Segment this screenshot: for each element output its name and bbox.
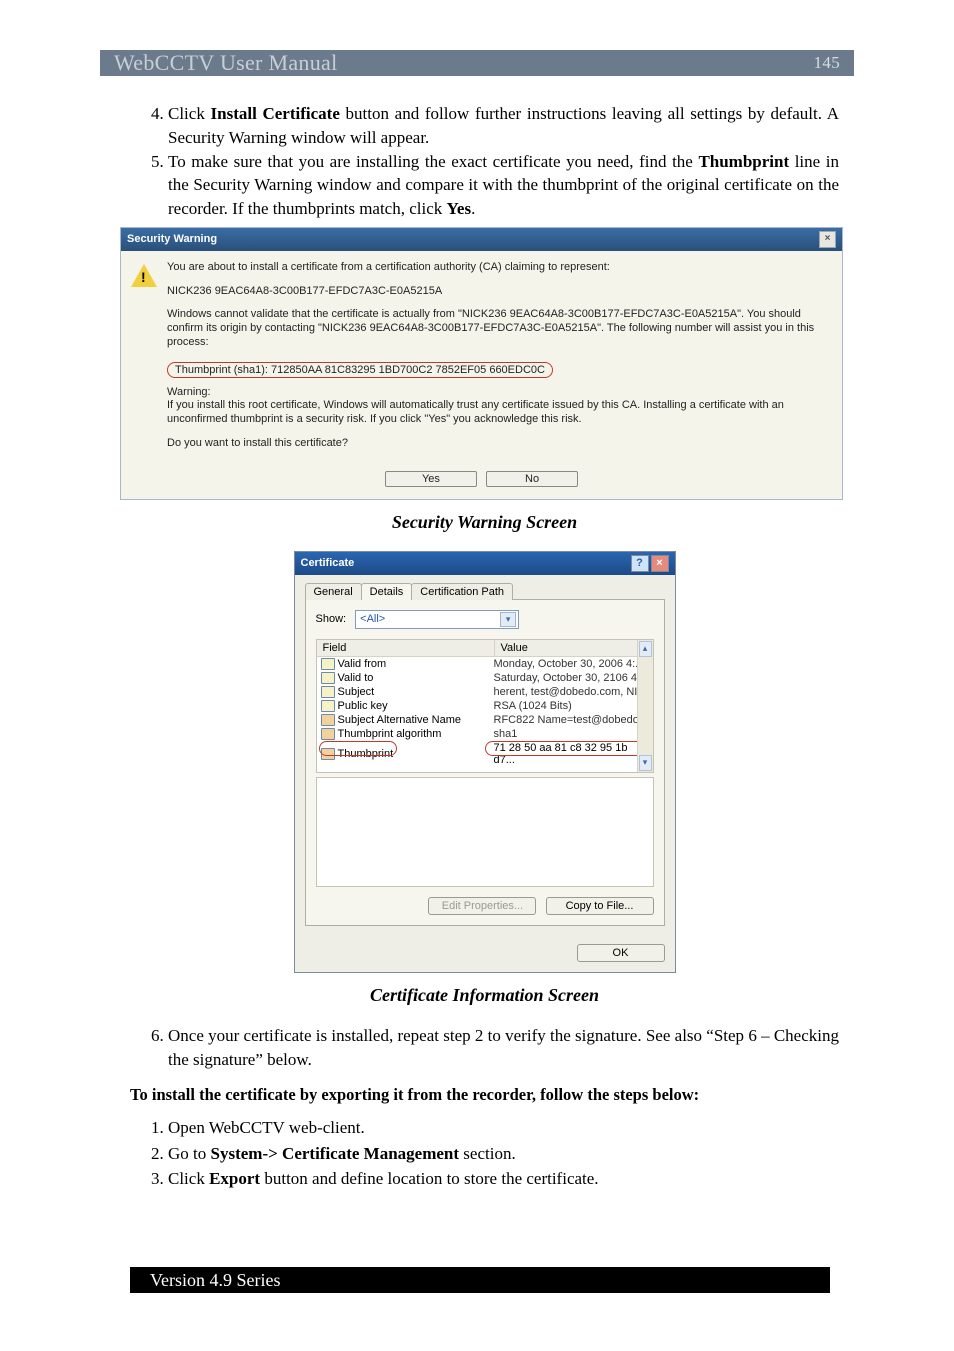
- step-6: Once your certificate is installed, repe…: [168, 1024, 839, 1072]
- table-row[interactable]: Thumbprint71 28 50 aa 81 c8 32 95 1b d7.…: [317, 741, 653, 767]
- copy-to-file-button[interactable]: Copy to File...: [546, 897, 654, 915]
- page-header: WebCCTV User Manual 145: [100, 50, 854, 76]
- secwarn-validate-msg: Windows cannot validate that the certifi…: [167, 308, 830, 349]
- column-value[interactable]: Value: [495, 640, 653, 656]
- help-icon[interactable]: ?: [631, 555, 649, 572]
- export-step-3: Click Export button and define location …: [168, 1166, 839, 1192]
- warning-icon: [131, 263, 157, 287]
- table-row[interactable]: Thumbprint algorithmsha1: [317, 727, 653, 741]
- tab-panel-details: Show: <All> ▾ Field Value Valid fromMond…: [305, 599, 665, 926]
- security-warning-title: Security Warning: [127, 233, 217, 245]
- caption-certificate-info: Certificate Information Screen: [130, 985, 839, 1006]
- yes-button[interactable]: Yes: [385, 471, 477, 487]
- grid-scrollbar[interactable]: ▴ ▾: [637, 640, 653, 772]
- tab-certification-path[interactable]: Certification Path: [411, 583, 513, 600]
- table-row[interactable]: Valid fromMonday, October 30, 2006 4:...: [317, 657, 653, 671]
- scroll-up-icon[interactable]: ▴: [639, 641, 652, 657]
- step-4-text: Click Install Certificate button and fol…: [168, 104, 839, 147]
- step-5: To make sure that you are installing the…: [168, 150, 839, 221]
- caption-security-warning: Security Warning Screen: [130, 512, 839, 533]
- tab-details[interactable]: Details: [361, 583, 413, 600]
- chevron-down-icon: ▾: [500, 612, 516, 627]
- table-row[interactable]: Valid toSaturday, October 30, 2106 4...: [317, 671, 653, 685]
- secwarn-line1: You are about to install a certificate f…: [167, 261, 830, 275]
- no-button[interactable]: No: [486, 471, 578, 487]
- show-value: <All>: [360, 613, 496, 625]
- field-icon: [321, 672, 335, 684]
- security-warning-dialog: Security Warning × You are about to inst…: [120, 227, 843, 500]
- column-field[interactable]: Field: [317, 640, 495, 656]
- close-icon[interactable]: ×: [819, 231, 836, 248]
- close-icon[interactable]: ×: [651, 555, 669, 572]
- table-row[interactable]: Subjectherent, test@dobedo.com, NI...: [317, 685, 653, 699]
- scroll-down-icon[interactable]: ▾: [639, 755, 652, 771]
- show-dropdown[interactable]: <All> ▾: [355, 610, 519, 629]
- secwarn-question: Do you want to install this certificate?: [167, 437, 830, 451]
- table-row[interactable]: Subject Alternative NameRFC822 Name=test…: [317, 713, 653, 727]
- certificate-tabs: General Details Certification Path: [305, 583, 665, 600]
- top-ordered-list: Click Install Certificate button and fol…: [140, 102, 839, 221]
- field-detail-area: [316, 777, 654, 887]
- export-step-1: Open WebCCTV web-client.: [168, 1115, 839, 1141]
- tab-general[interactable]: General: [305, 583, 362, 600]
- footer-version: Version 4.9 Series: [130, 1267, 830, 1293]
- secwarn-warning-block: Warning: If you install this root certif…: [167, 386, 830, 427]
- table-row[interactable]: Public keyRSA (1024 Bits): [317, 699, 653, 713]
- show-label: Show:: [316, 613, 347, 625]
- export-instructions-heading: To install the certificate by exporting …: [130, 1085, 839, 1105]
- step-6-text: Once your certificate is installed, repe…: [168, 1026, 839, 1069]
- step-5-text: To make sure that you are installing the…: [168, 152, 839, 219]
- step-4: Click Install Certificate button and fol…: [168, 102, 839, 150]
- certificate-titlebar: Certificate ? ×: [295, 552, 675, 575]
- ok-button[interactable]: OK: [577, 944, 665, 962]
- certificate-dialog: Certificate ? × General Details Certific…: [294, 551, 676, 973]
- field-icon: [321, 714, 335, 726]
- manual-title: WebCCTV User Manual: [114, 50, 338, 76]
- edit-properties-button[interactable]: Edit Properties...: [428, 897, 536, 915]
- export-steps-list: Open WebCCTV web-client. Go to System-> …: [140, 1115, 839, 1192]
- step6-list: Once your certificate is installed, repe…: [140, 1024, 839, 1072]
- field-icon: [321, 658, 335, 670]
- certificate-title: Certificate: [301, 557, 355, 569]
- field-icon: [321, 686, 335, 698]
- certificate-fields-grid: Field Value Valid fromMonday, October 30…: [316, 639, 654, 773]
- export-step-2: Go to System-> Certificate Management se…: [168, 1141, 839, 1167]
- security-warning-titlebar: Security Warning ×: [121, 228, 842, 251]
- field-icon: [321, 700, 335, 712]
- field-icon: [321, 728, 335, 740]
- field-icon: [321, 748, 335, 760]
- page-number: 145: [814, 53, 840, 73]
- secwarn-thumbprint: Thumbprint (sha1): 712850AA 81C83295 1BD…: [167, 362, 553, 378]
- secwarn-ca-name: NICK236 9EAC64A8-3C00B177-EFDC7A3C-E0A52…: [167, 285, 830, 299]
